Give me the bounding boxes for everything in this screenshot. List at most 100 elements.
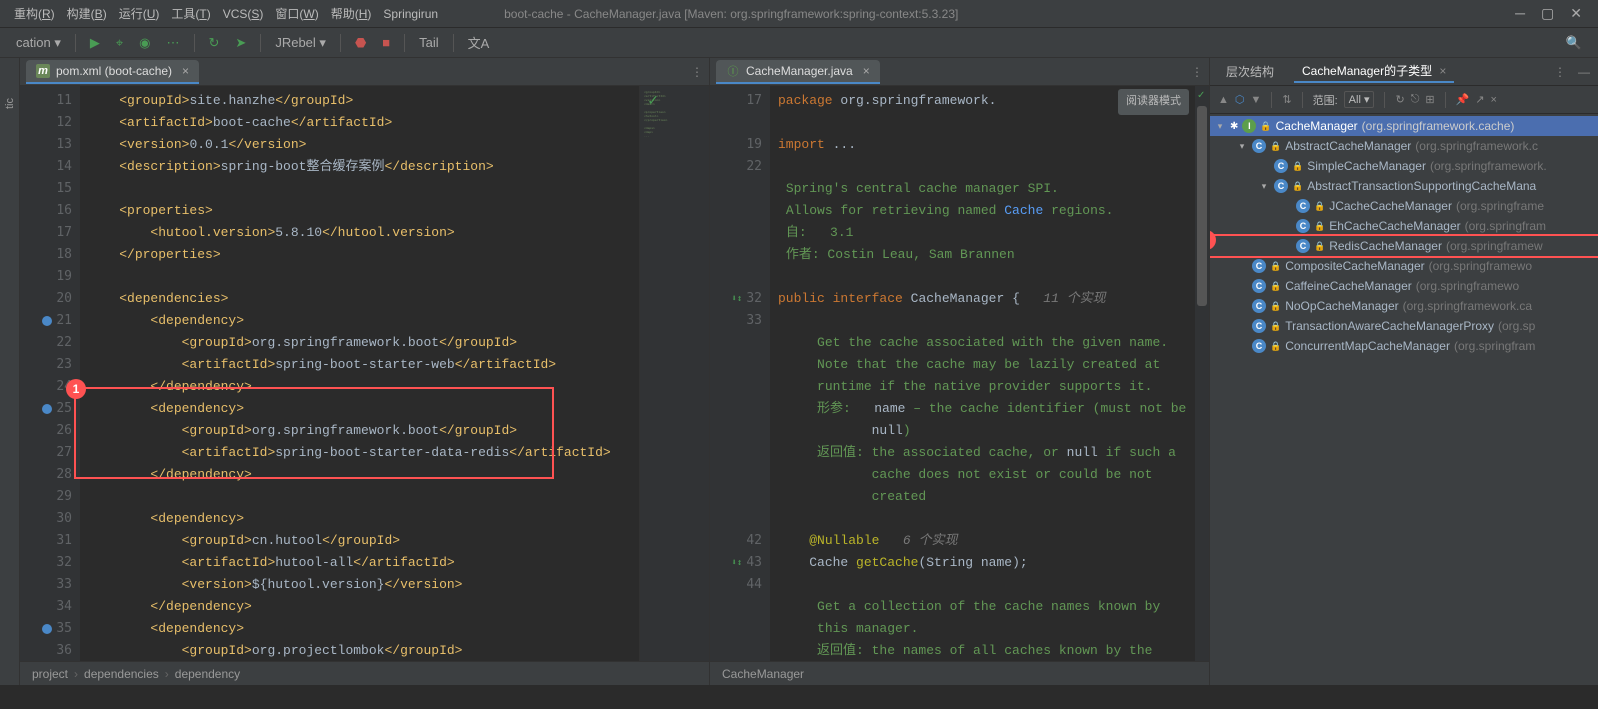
gutter-line[interactable]: 22 [20, 332, 72, 354]
gutter-line[interactable]: 31 [20, 530, 72, 552]
gutter-line[interactable]: 27 [20, 442, 72, 464]
code-line[interactable]: <dependency> [88, 398, 639, 420]
code-line[interactable]: <properties> [88, 200, 639, 222]
gutter-line[interactable]: 19 [20, 266, 72, 288]
gutter-line[interactable]: ⬇↕43 [710, 552, 762, 574]
gutter-line[interactable]: 29 [20, 486, 72, 508]
code-line[interactable] [778, 112, 1195, 134]
debug-icon[interactable]: ⌖ [110, 33, 129, 53]
jrebel-sync-icon[interactable]: ↻ [203, 33, 226, 53]
gutter-line[interactable] [710, 596, 762, 618]
code-line[interactable]: <groupId>cn.hutool</groupId> [88, 530, 639, 552]
supertype-hierarchy-icon[interactable]: ▼ [1251, 94, 1262, 106]
code-line[interactable]: <version>${hutool.version}</version> [88, 574, 639, 596]
code-line[interactable]: 作者: Costin Leau, Sam Brannen [778, 244, 1195, 266]
tree-row[interactable]: C🔒CaffeineCacheManager (org.springframew… [1210, 276, 1598, 296]
gutter-line[interactable]: 25 [20, 398, 72, 420]
gutter-line[interactable]: 32 [20, 552, 72, 574]
gutter-line[interactable] [710, 640, 762, 661]
code-line[interactable]: runtime if the native provider supports … [778, 376, 1195, 398]
code-line[interactable]: </dependency> [88, 596, 639, 618]
breadcrumb-item[interactable]: CacheManager [722, 667, 804, 681]
close-icon[interactable]: × [1439, 64, 1446, 78]
refresh-icon[interactable]: ↻ [1395, 93, 1404, 106]
gutter-line[interactable]: 17 [710, 90, 762, 112]
breadcrumb-item[interactable]: dependencies [84, 667, 159, 681]
gutter-line[interactable]: 11 [20, 90, 72, 112]
tail-button[interactable]: Tail [413, 33, 445, 52]
window-close[interactable]: ✕ [1570, 5, 1582, 22]
menu-vcs[interactable]: VCS(S) [217, 7, 270, 21]
code-line[interactable]: <version>0.0.1</version> [88, 134, 639, 156]
gutter-line[interactable] [710, 244, 762, 266]
scrollbar-thumb[interactable] [1197, 106, 1207, 306]
tab-cachemanager[interactable]: Ⓘ CacheManager.java × [716, 60, 880, 84]
gutter-line[interactable]: 42 [710, 530, 762, 552]
menu-build[interactable]: 构建(B) [61, 5, 113, 22]
code-line[interactable]: <artifactId>spring-boot-starter-web</art… [88, 354, 639, 376]
gutter-line[interactable]: 33 [20, 574, 72, 596]
code-line[interactable]: <dependency> [88, 618, 639, 640]
code-line[interactable] [778, 156, 1195, 178]
gutter-line[interactable]: 13 [20, 134, 72, 156]
gutter-line[interactable]: 44 [710, 574, 762, 596]
gutter-line[interactable] [710, 354, 762, 376]
code-line[interactable]: import ... [778, 134, 1195, 156]
code-line[interactable]: 形参: name – the cache identifier (must no… [778, 398, 1195, 420]
gutter-line[interactable] [710, 266, 762, 288]
gutter-line[interactable] [710, 464, 762, 486]
line-gutter[interactable]: 1112131415161718192021222324252627282930… [20, 86, 80, 661]
run-config-dropdown[interactable]: cation ▾ [10, 33, 67, 53]
tree-expand-icon[interactable]: ▾ [1214, 121, 1226, 132]
code-line[interactable]: <artifactId>hutool-all</artifactId> [88, 552, 639, 574]
tree-row[interactable]: ▾C🔒AbstractTransactionSupportingCacheMan… [1210, 176, 1598, 196]
panel-more-icon[interactable]: ⋮ [1554, 65, 1566, 79]
code-line[interactable]: Spring's central cache manager SPI. [778, 178, 1195, 200]
gutter-line[interactable]: 15 [20, 178, 72, 200]
hierarchy-tree[interactable]: ▾✱I🔒CacheManager (org.springframework.ca… [1210, 114, 1598, 685]
close-icon[interactable]: × [182, 64, 189, 78]
autoscroll-icon[interactable]: ⎋ [1411, 93, 1420, 106]
gutter-line[interactable]: 21 [20, 310, 72, 332]
profile-icon[interactable]: ⋯ [161, 33, 186, 53]
code-line[interactable]: <artifactId>boot-cache</artifactId> [88, 112, 639, 134]
code-line[interactable] [778, 266, 1195, 288]
gutter-line[interactable] [710, 442, 762, 464]
panel-hide-icon[interactable]: — [1578, 65, 1590, 79]
code-line[interactable] [778, 310, 1195, 332]
sort-icon[interactable]: ⇅ [1282, 93, 1291, 106]
code-area[interactable]: <groupId>site.hanzhe</groupId> <artifact… [80, 86, 639, 661]
tree-row[interactable]: ▾C🔒AbstractCacheManager (org.springframe… [1210, 136, 1598, 156]
scope-dropdown[interactable]: All ▾ [1344, 91, 1375, 108]
menu-window[interactable]: 窗口(W) [269, 5, 324, 22]
tree-expand-icon[interactable]: ▾ [1258, 181, 1270, 192]
tree-row[interactable]: C🔒NoOpCacheManager (org.springframework.… [1210, 296, 1598, 316]
run-icon[interactable]: ▶ [84, 33, 106, 53]
gutter-line[interactable] [710, 398, 762, 420]
menu-tools[interactable]: 工具(T) [165, 5, 216, 22]
code-line[interactable]: 返回值: the associated cache, or null if su… [778, 442, 1195, 464]
export-icon[interactable]: ↗ [1475, 93, 1484, 106]
code-line[interactable]: Get a collection of the cache names know… [778, 596, 1195, 618]
tree-row[interactable]: C🔒ConcurrentMapCacheManager (org.springf… [1210, 336, 1598, 356]
menu-refactor[interactable]: 重构(R) [8, 5, 61, 22]
code-line[interactable]: <groupId>org.springframework.boot</group… [88, 332, 639, 354]
gutter-line[interactable]: 23 [20, 354, 72, 376]
subtype-hierarchy-icon[interactable]: ⬡ [1235, 93, 1245, 106]
gutter-line[interactable] [710, 508, 762, 530]
panel-tab-subtypes[interactable]: CacheManager的子类型 × [1294, 60, 1454, 83]
code-line[interactable]: <description>spring-boot整合缓存案例</descript… [88, 156, 639, 178]
breadcrumb-item[interactable]: project [32, 667, 68, 681]
code-line[interactable]: Get the cache associated with the given … [778, 332, 1195, 354]
tree-row[interactable]: C🔒RedisCacheManager (org.springframew2 [1210, 236, 1598, 256]
expand-icon[interactable]: ⊞ [1425, 93, 1434, 106]
minimap[interactable]: <groupId><artifactId><version><desc><pro… [639, 86, 709, 661]
code-area[interactable]: 阅读器模式 package org.springframework.import… [770, 86, 1195, 661]
code-line[interactable]: Note that the cache may be lazily create… [778, 354, 1195, 376]
gutter-line[interactable]: 20 [20, 288, 72, 310]
code-line[interactable]: 返回值: the names of all caches known by th… [778, 640, 1195, 661]
reader-mode-toggle[interactable]: 阅读器模式 [1118, 89, 1189, 115]
gutter-line[interactable] [710, 222, 762, 244]
code-line[interactable] [778, 574, 1195, 596]
jrebel-dropdown[interactable]: JRebel ▾ [269, 33, 332, 53]
